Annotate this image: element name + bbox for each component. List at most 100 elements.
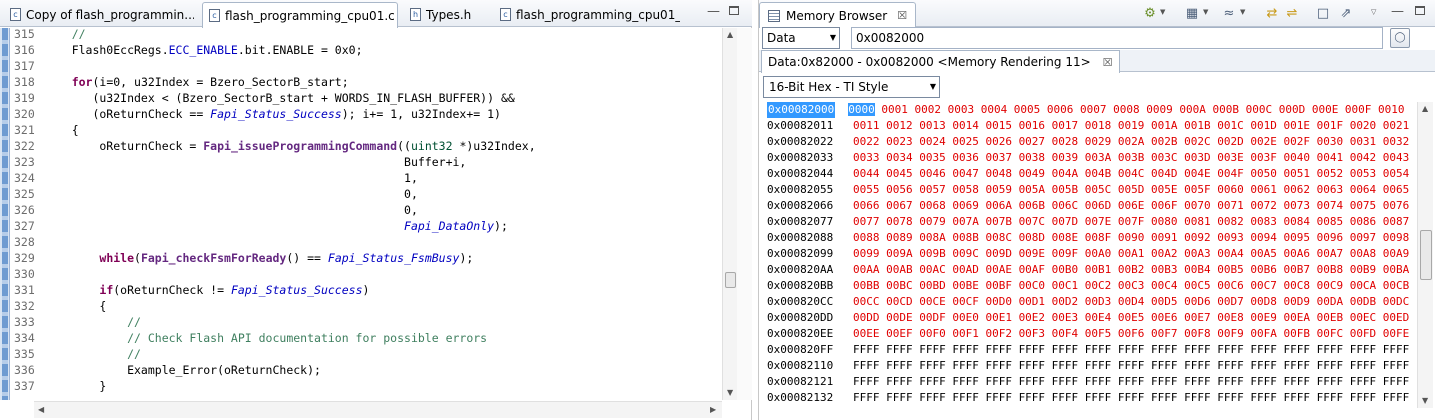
memory-address: 0x00082088 (767, 231, 834, 244)
memory-values: 0088 0089 008A 008B 008C 008D 008E 008F … (853, 231, 1410, 244)
editor-vertical-scrollbar[interactable]: ▲ ▼ (722, 28, 737, 400)
address-input[interactable]: 0x0082000 (851, 27, 1383, 49)
scroll-up-icon[interactable]: ▲ (1422, 104, 1428, 113)
memory-space-select[interactable]: Data ▼ (762, 27, 840, 49)
memory-address: 0x000820EE (767, 327, 834, 340)
memory-row[interactable]: 0x00082022 0022 0023 0024 0025 0026 0027 … (767, 134, 1409, 150)
memory-address: 0x00082099 (767, 247, 834, 260)
memory-values: 00AA 00AB 00AC 00AD 00AE 00AF 00B0 00B1 … (853, 263, 1410, 276)
memory-row[interactable]: 0x000820FF FFFF FFFF FFFF FFFF FFFF FFFF … (767, 342, 1409, 358)
code-line: 315 // (14, 28, 86, 41)
memory-icon (768, 9, 780, 22)
memory-vertical-scrollbar[interactable]: ▲ ▼ (1417, 102, 1433, 408)
chevron-down-icon[interactable]: ▼ (1160, 8, 1165, 16)
chevron-down-icon: ▼ (829, 33, 836, 42)
scroll-thumb[interactable] (1420, 230, 1432, 280)
memory-row[interactable]: 0x000820EE 00EE 00EF 00F0 00F1 00F2 00F3 … (767, 326, 1409, 342)
scroll-down-icon[interactable]: ▼ (727, 388, 733, 397)
memory-row[interactable]: 0x00082077 0077 0078 0079 007A 007B 007C … (767, 214, 1409, 230)
editor-tab-bar: c Copy of flash_programmin... c flash_pr… (0, 0, 752, 28)
code-line: 324 1, (14, 171, 418, 185)
minimize-icon[interactable]: — (1391, 5, 1404, 19)
maximize-icon[interactable] (729, 5, 739, 19)
tab-types-h[interactable]: h Types.h (404, 2, 490, 27)
c-file-icon: c (500, 8, 511, 21)
memory-row[interactable]: 0x00082044 0044 0045 0046 0047 0048 0049 … (767, 166, 1409, 182)
code-line: 332 { (14, 299, 107, 313)
tab-memory-browser[interactable]: Memory Browser ☒ (759, 2, 917, 28)
memory-row[interactable]: 0x00082121 FFFF FFFF FFFF FFFF FFFF FFFF … (767, 374, 1409, 390)
view-menu-icon[interactable]: ▽ (1371, 8, 1376, 16)
memory-values: FFFF FFFF FFFF FFFF FFFF FFFF FFFF FFFF … (853, 375, 1410, 388)
memory-address: 0x000820DD (767, 311, 834, 324)
maximize-icon[interactable] (1415, 5, 1425, 19)
code-line: 335 // (14, 347, 141, 361)
code-line: 336 Example_Error(oReturnCheck); (14, 363, 321, 377)
minimize-icon[interactable]: — (707, 5, 720, 19)
memory-values: 00EE 00EF 00F0 00F1 00F2 00F3 00F4 00F5 … (853, 327, 1410, 340)
memory-row[interactable]: 0x00082055 0055 0056 0057 0058 0059 005A … (767, 182, 1409, 198)
code-line: 326 0, (14, 203, 418, 217)
selected-cell[interactable]: 0000 (848, 103, 875, 116)
memory-values: 0055 0056 0057 0058 0059 005A 005B 005C … (853, 183, 1410, 196)
memory-address: 0x00082033 (767, 151, 834, 164)
pin-icon[interactable]: ⇗ (1338, 6, 1354, 21)
scroll-left-icon[interactable]: ◀ (38, 405, 44, 414)
memory-row[interactable]: 0x00082011 0011 0012 0013 0014 0015 0016 … (767, 118, 1409, 134)
overview-ruler (737, 28, 752, 400)
scroll-right-icon[interactable]: ▶ (710, 405, 716, 414)
memory-row[interactable]: 0x000820AA 00AA 00AB 00AC 00AD 00AE 00AF … (767, 262, 1409, 278)
memory-address: 0x00082055 (767, 183, 834, 196)
memory-tab-bar: Memory Browser ☒ ⚙ ▼ ▦ ▼ ≈ ▼ ⇄ ⇌ □ ⇗ ▽ — (759, 0, 1435, 28)
tab-memory-rendering[interactable]: Data:0x82000 - 0x0082000 <Memory Renderi… (761, 50, 1120, 73)
memory-row[interactable]: 0x00082033 0033 0034 0035 0036 0037 0038 … (767, 150, 1409, 166)
c-file-icon: c (10, 8, 21, 21)
memory-values: 0066 0067 0068 0069 006A 006B 006C 006D … (853, 199, 1410, 212)
memory-values: 0001 0002 0003 0004 0005 0006 0007 0008 … (874, 103, 1405, 116)
memory-row[interactable]: 0x000820DD 00DD 00DE 00DF 00E0 00E1 00E2 … (767, 310, 1409, 326)
code-line: 318 for(i=0, u32Index = Bzero_SectorB_st… (14, 75, 349, 89)
new-view-icon[interactable]: □ (1315, 6, 1331, 21)
memory-row[interactable]: 0x00082132 FFFF FFFF FFFF FFFF FFFF FFFF … (767, 390, 1409, 406)
memory-load-icon[interactable]: ≈ (1221, 6, 1237, 21)
memory-address: 0x00082110 (767, 359, 834, 372)
editor-horizontal-scrollbar[interactable]: ◀ ▶ (34, 401, 722, 418)
memory-row[interactable]: 0x000820CC 00CC 00CD 00CE 00CF 00D0 00D1 … (767, 294, 1409, 310)
code-line: 330 (14, 267, 35, 281)
memory-row[interactable]: 0x00082099 0099 009A 009B 009C 009D 009E … (767, 246, 1409, 262)
memory-values: 0011 0012 0013 0014 0015 0016 0017 0018 … (853, 119, 1410, 132)
format-select[interactable]: 16-Bit Hex - TI Style ▼ (763, 76, 940, 98)
code-line: 329 while(Fapi_checkFsmForReady() == Fap… (14, 251, 474, 265)
h-file-icon: h (410, 8, 421, 21)
close-icon[interactable]: ☒ (1103, 56, 1113, 69)
memory-row[interactable]: 0x00082000 0000 0001 0002 0003 0004 0005 … (767, 102, 1405, 118)
memory-address: 0x000820FF (767, 343, 834, 356)
refresh-gear-icon[interactable]: ⚙ (1142, 6, 1158, 21)
chevron-down-icon[interactable]: ▼ (1203, 8, 1208, 16)
sync-icon[interactable]: ⇄ (1264, 6, 1280, 21)
scroll-thumb[interactable] (725, 272, 736, 288)
memory-address: 0x000820AA (767, 263, 834, 276)
memory-row[interactable]: 0x00082066 0066 0067 0068 0069 006A 006B … (767, 198, 1409, 214)
link-icon[interactable]: ⇌ (1284, 6, 1300, 21)
memory-grid[interactable]: 0x00082000 0000 0001 0002 0003 0004 0005 … (767, 102, 1415, 408)
memory-address: 0x00082044 (767, 167, 834, 180)
scroll-up-icon[interactable]: ▲ (727, 30, 733, 39)
code-area[interactable]: 315 // 316 Flash0EccRegs.ECC_ENABLE.bit.… (10, 28, 722, 402)
close-icon[interactable]: ☒ (897, 9, 907, 22)
memory-save-icon[interactable]: ▦ (1184, 6, 1200, 21)
memory-address: 0x000820BB (767, 279, 834, 292)
tab-copy-of-flash-programming[interactable]: c Copy of flash_programmin... (4, 2, 194, 27)
memory-values: 00CC 00CD 00CE 00CF 00D0 00D1 00D2 00D3 … (853, 295, 1410, 308)
tab-flash-programming-cpu01-copy[interactable]: c flash_programming_cpu01_... (494, 2, 680, 27)
scroll-down-icon[interactable]: ▼ (1422, 396, 1428, 405)
chevron-down-icon[interactable]: ▼ (1240, 8, 1245, 16)
tab-label: Types.h (426, 7, 472, 22)
memory-values: FFFF FFFF FFFF FFFF FFFF FFFF FFFF FFFF … (853, 391, 1410, 404)
memory-row[interactable]: 0x00082088 0088 0089 008A 008B 008C 008D … (767, 230, 1409, 246)
go-button[interactable]: ◯ (1390, 28, 1410, 48)
memory-row[interactable]: 0x000820BB 00BB 00BC 00BD 00BE 00BF 00C0 … (767, 278, 1409, 294)
memory-row[interactable]: 0x00082110 FFFF FFFF FFFF FFFF FFFF FFFF … (767, 358, 1409, 374)
tab-flash-programming-cpu01-c[interactable]: c flash_programming_cpu01.c ☒ (202, 2, 398, 28)
code-line: 321 { (14, 123, 79, 137)
